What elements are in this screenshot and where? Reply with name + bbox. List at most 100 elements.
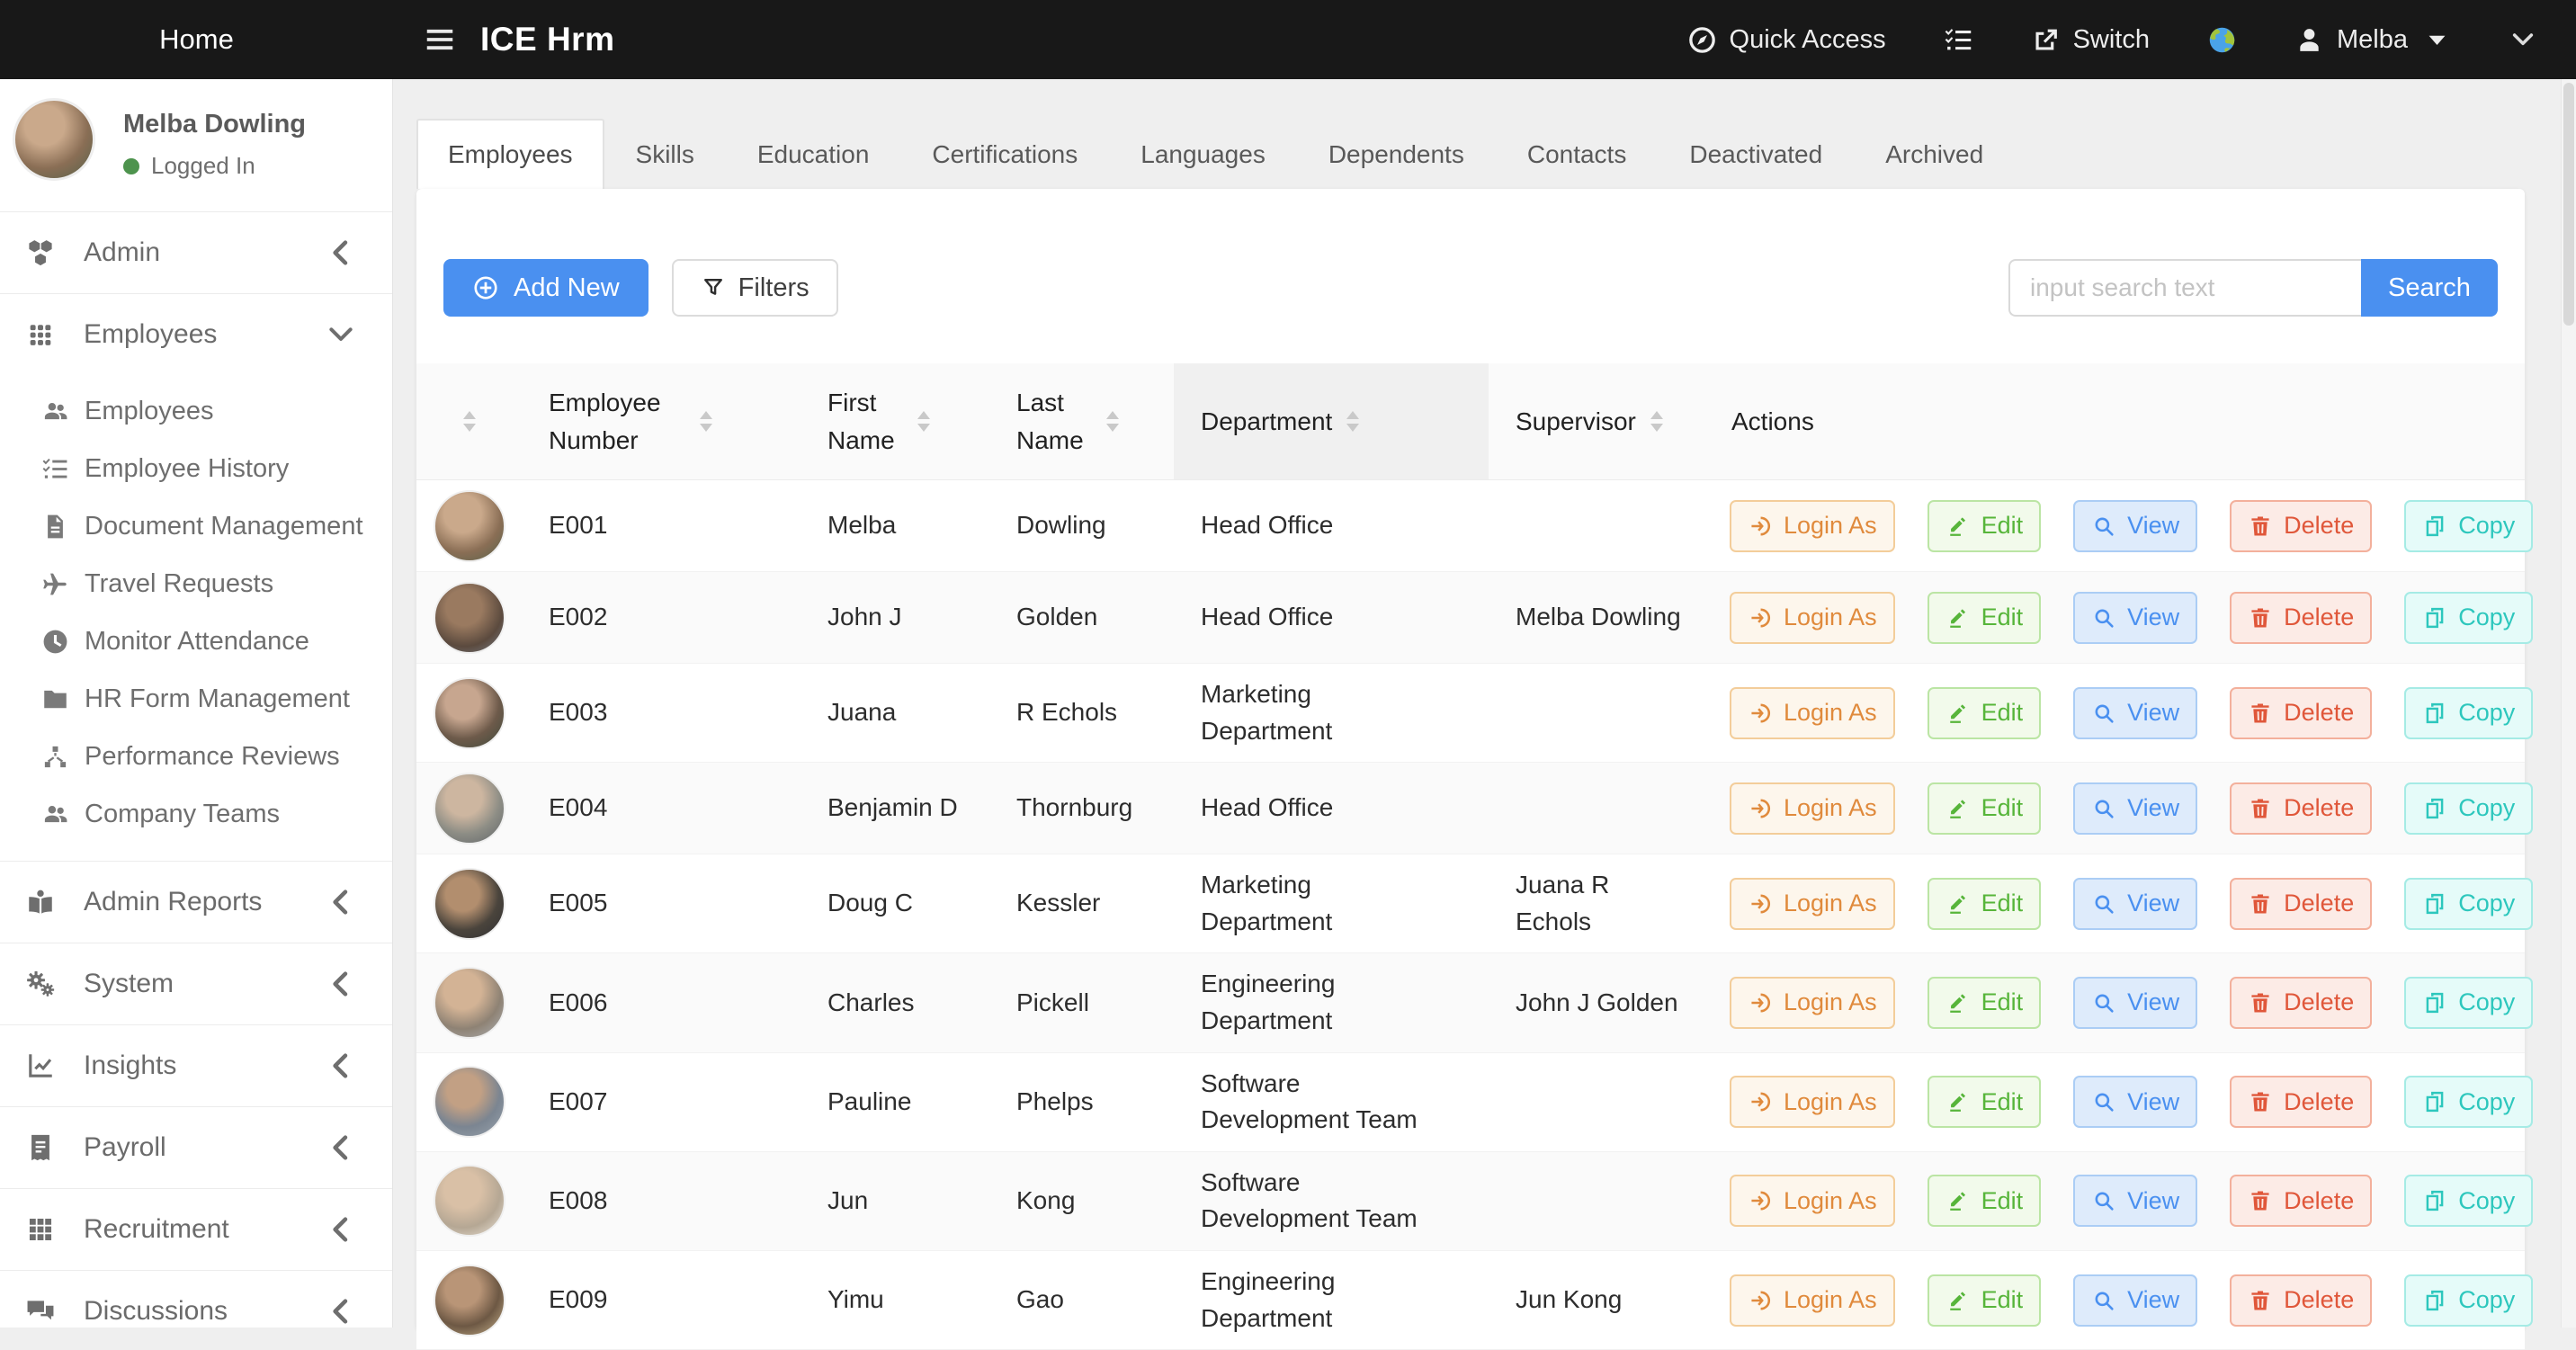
delete-button[interactable]: Delete [2230,687,2372,739]
quick-access-button[interactable]: Quick Access [1687,25,1886,55]
view-button[interactable]: View [2073,1076,2197,1128]
delete-button[interactable]: Delete [2230,1076,2372,1128]
sidebar-item-admin-reports[interactable]: Admin Reports [0,861,392,943]
login-button[interactable]: Login As [1730,687,1895,739]
sidebar-item-employees[interactable]: Employees [0,382,392,440]
copy-button[interactable]: Copy [2404,878,2533,930]
copy-button[interactable]: Copy [2404,1175,2533,1227]
copy-button[interactable]: Copy [2404,687,2533,739]
sidebar-item-monitor-attendance[interactable]: Monitor Attendance [0,612,392,670]
supervisor-cell [1489,1170,1704,1232]
view-icon [2091,1188,2116,1213]
add-new-button[interactable]: Add New [443,259,648,317]
view-button[interactable]: View [2073,878,2197,930]
caret-down-icon [2422,25,2452,55]
edit-button[interactable]: Edit [1928,977,2042,1029]
view-button[interactable]: View [2073,1175,2197,1227]
sidebar-item-employees[interactable]: Employees [0,293,392,375]
sort-icon[interactable] [463,411,476,432]
view-button[interactable]: View [2073,592,2197,644]
view-button[interactable]: View [2073,687,2197,739]
view-button[interactable]: View [2073,500,2197,552]
chevron-down-icon[interactable] [2509,26,2536,53]
sidebar-item-performance-reviews[interactable]: Performance Reviews [0,728,392,785]
edit-button[interactable]: Edit [1928,782,2042,835]
sidebar-submenu: EmployeesEmployee HistoryDocument Manage… [0,375,392,861]
edit-button[interactable]: Edit [1928,500,2042,552]
user-menu[interactable]: Melba [2294,25,2452,55]
supervisor-value: Juana R Echols [1516,867,1686,940]
tab-education[interactable]: Education [726,119,901,189]
page-scrollbar[interactable] [2561,79,2576,1328]
copy-button[interactable]: Copy [2404,1076,2533,1128]
delete-button[interactable]: Delete [2230,977,2372,1029]
sort-icon[interactable] [1650,411,1663,432]
sidebar-item-document-management[interactable]: Document Management [0,497,392,555]
tasks-button[interactable] [1944,25,1973,55]
delete-button[interactable]: Delete [2230,1175,2372,1227]
login-button[interactable]: Login As [1730,878,1895,930]
sidebar-item-discussions[interactable]: Discussions [0,1270,392,1328]
sidebar-item-employee-history[interactable]: Employee History [0,440,392,497]
login-button[interactable]: Login As [1730,1175,1895,1227]
login-button[interactable]: Login As [1730,500,1895,552]
sort-icon[interactable] [1346,411,1359,432]
sidebar-item-recruitment[interactable]: Recruitment [0,1188,392,1270]
search-button[interactable]: Search [2361,259,2498,317]
last-value: Phelps [1016,1087,1094,1115]
tab-dependents[interactable]: Dependents [1297,119,1496,189]
language-button[interactable] [2207,25,2237,55]
delete-button[interactable]: Delete [2230,878,2372,930]
copy-button[interactable]: Copy [2404,782,2533,835]
login-button[interactable]: Login As [1730,592,1895,644]
edit-button[interactable]: Edit [1928,592,2042,644]
delete-button[interactable]: Delete [2230,500,2372,552]
tab-deactivated[interactable]: Deactivated [1658,119,1854,189]
tab-employees[interactable]: Employees [416,119,604,189]
scrollbar-thumb[interactable] [2563,83,2574,326]
edit-button[interactable]: Edit [1928,1274,2042,1327]
tab-skills[interactable]: Skills [604,119,726,189]
copy-button[interactable]: Copy [2404,977,2533,1029]
delete-button[interactable]: Delete [2230,782,2372,835]
edit-button[interactable]: Edit [1928,878,2042,930]
copy-button[interactable]: Copy [2404,1274,2533,1327]
sidebar-item-payroll[interactable]: Payroll [0,1106,392,1188]
sidebar-item-hr-form-management[interactable]: HR Form Management [0,670,392,728]
search-input[interactable] [2008,259,2361,317]
sidebar-item-system[interactable]: System [0,943,392,1024]
sort-icon[interactable] [700,411,712,432]
login-button[interactable]: Login As [1730,782,1895,835]
login-button[interactable]: Login As [1730,977,1895,1029]
view-button[interactable]: View [2073,782,2197,835]
sidebar-item-insights[interactable]: Insights [0,1024,392,1106]
edit-button[interactable]: Edit [1928,1175,2042,1227]
login-button[interactable]: Login As [1730,1076,1895,1128]
tab-contacts[interactable]: Contacts [1496,119,1659,189]
view-icon [2091,605,2116,630]
sidebar-item-label: Admin [84,237,160,268]
tab-archived[interactable]: Archived [1854,119,2015,189]
edit-button[interactable]: Edit [1928,687,2042,739]
tab-languages[interactable]: Languages [1109,119,1297,189]
tab-certifications[interactable]: Certifications [900,119,1109,189]
home-link[interactable]: Home [0,23,393,56]
sort-icon[interactable] [1106,411,1119,432]
filters-button[interactable]: Filters [672,259,838,317]
view-button[interactable]: View [2073,1274,2197,1327]
hamburger-icon[interactable] [423,22,457,57]
user-icon [2294,25,2324,55]
delete-button[interactable]: Delete [2230,592,2372,644]
copy-button[interactable]: Copy [2404,500,2533,552]
login-button[interactable]: Login As [1730,1274,1895,1327]
copy-button[interactable]: Copy [2404,592,2533,644]
view-button[interactable]: View [2073,977,2197,1029]
switch-button[interactable]: Switch [2031,25,2150,55]
sidebar-item-company-teams[interactable]: Company Teams [0,785,392,843]
sort-icon[interactable] [917,411,930,432]
sidebar-item-admin[interactable]: Admin [0,211,392,293]
edit-icon [1945,1089,1971,1114]
delete-button[interactable]: Delete [2230,1274,2372,1327]
edit-button[interactable]: Edit [1928,1076,2042,1128]
sidebar-item-travel-requests[interactable]: Travel Requests [0,555,392,612]
